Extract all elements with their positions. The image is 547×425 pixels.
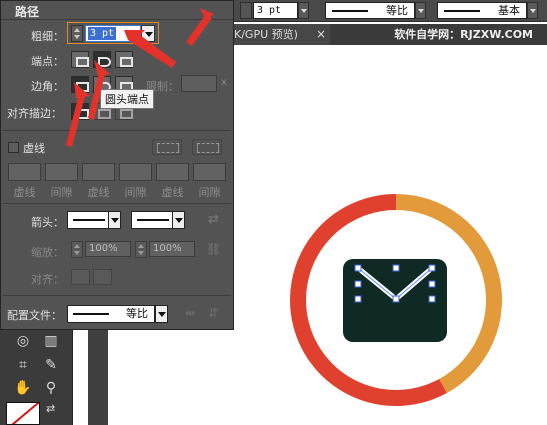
dashed-line-label: 虚线 bbox=[23, 142, 45, 155]
brush-dropdown[interactable] bbox=[527, 2, 538, 19]
profile-label: 配置文件： bbox=[7, 309, 62, 322]
anchor-point bbox=[354, 264, 362, 272]
align-stroke-label: 对齐描边： bbox=[7, 107, 62, 120]
cap-label: 端点： bbox=[31, 55, 64, 68]
panel-title: 路径 bbox=[15, 5, 40, 19]
dash-input-2[interactable] bbox=[82, 163, 115, 181]
dash-label: 虚线 bbox=[161, 186, 184, 199]
arrow-align-extend-button[interactable] bbox=[71, 269, 90, 285]
link-scale-icon[interactable]: ⛓ bbox=[206, 242, 221, 256]
divider bbox=[3, 203, 231, 204]
hand-tool-icon[interactable]: ✋ bbox=[12, 377, 34, 399]
projecting-cap-button[interactable] bbox=[115, 51, 133, 68]
dash-input-1[interactable] bbox=[8, 163, 41, 181]
flip-vertical-icon[interactable]: ⇵ bbox=[208, 306, 218, 320]
zoom-tool-icon[interactable]: ⚲ bbox=[40, 377, 62, 399]
variable-width-profile[interactable]: 等比 bbox=[325, 2, 415, 19]
graph-tool-icon[interactable]: ▥ bbox=[40, 330, 62, 352]
stroke-panel: 路径 粗细： 3 pt 端点： 边角： 限制： x 对齐描边： 圆头端点 虚线 … bbox=[0, 0, 234, 330]
gap-input-3[interactable] bbox=[193, 163, 226, 181]
weight-dropdown[interactable] bbox=[141, 25, 155, 42]
anchor-point bbox=[428, 280, 436, 288]
swap-fill-stroke-icon[interactable]: ⇄ bbox=[46, 402, 62, 416]
start-scale-input[interactable]: 100% bbox=[85, 241, 131, 257]
fill-stroke-indicator[interactable] bbox=[6, 402, 40, 425]
weight-stepper[interactable] bbox=[71, 25, 83, 42]
weight-input[interactable]: 3 pt bbox=[85, 25, 141, 42]
document-tab[interactable]: K/GPU 预览) × bbox=[230, 24, 330, 45]
weight-value: 3 pt bbox=[88, 27, 117, 40]
divider bbox=[3, 130, 231, 131]
round-cap-button[interactable] bbox=[93, 51, 111, 68]
anchor-point bbox=[354, 280, 362, 288]
start-scale-stepper[interactable] bbox=[71, 241, 83, 258]
artboard-tool-icon[interactable]: ⌗ bbox=[12, 354, 34, 376]
gap-label: 间隙 bbox=[50, 186, 73, 199]
arrowhead-label: 箭头： bbox=[31, 216, 64, 229]
miter-join-button[interactable] bbox=[71, 76, 89, 93]
limit-unit: x bbox=[221, 77, 227, 88]
anchor-point bbox=[428, 264, 436, 272]
slice-tool-icon[interactable]: ✎ bbox=[40, 354, 62, 376]
shape-builder-icon[interactable]: ◎ bbox=[12, 330, 34, 352]
gap-label: 间隙 bbox=[198, 186, 221, 199]
arrow-align-place-button[interactable] bbox=[93, 269, 112, 285]
scale-label: 缩放： bbox=[31, 246, 64, 259]
gap-input-2[interactable] bbox=[119, 163, 152, 181]
anchor-point bbox=[428, 295, 436, 303]
flip-horizontal-icon[interactable]: ⇹ bbox=[185, 306, 195, 320]
corner-label: 边角： bbox=[31, 80, 64, 93]
document-tab-label: K/GPU 预览) bbox=[234, 28, 298, 41]
close-icon[interactable]: × bbox=[314, 24, 328, 45]
brush-definition[interactable]: 基本 bbox=[437, 2, 527, 19]
limit-input[interactable] bbox=[181, 75, 217, 92]
dash-align-icon[interactable] bbox=[192, 139, 222, 155]
swap-arrowheads-icon[interactable]: ⇄ bbox=[208, 212, 219, 227]
ring-artwork[interactable] bbox=[286, 190, 506, 410]
start-arrowhead-dropdown[interactable] bbox=[108, 211, 121, 229]
end-arrowhead-dropdown[interactable] bbox=[172, 211, 185, 229]
anchor-point bbox=[392, 295, 400, 303]
profile-select[interactable]: 等比 bbox=[67, 305, 155, 323]
divider bbox=[1, 19, 233, 20]
divider bbox=[3, 295, 231, 296]
dashed-line-checkbox[interactable] bbox=[8, 142, 19, 153]
dash-label: 虚线 bbox=[13, 186, 36, 199]
stroke-weight-stepper[interactable] bbox=[240, 2, 252, 19]
document-tab-bar: K/GPU 预览) × 软件自学网：RJZXW.COM bbox=[230, 24, 547, 45]
profile-select-dropdown[interactable] bbox=[155, 305, 168, 323]
end-scale-stepper[interactable] bbox=[135, 241, 147, 258]
anchor-point bbox=[392, 264, 400, 272]
watermark-text: 软件自学网：RJZXW.COM bbox=[394, 28, 533, 41]
tooltip: 圆头端点 bbox=[100, 89, 154, 109]
gap-input-1[interactable] bbox=[45, 163, 78, 181]
gap-label: 间隙 bbox=[124, 186, 147, 199]
stroke-weight-field[interactable]: 3 pt bbox=[253, 2, 298, 19]
dash-label: 虚线 bbox=[87, 186, 110, 199]
align-center-button[interactable] bbox=[71, 103, 89, 120]
butt-cap-button[interactable] bbox=[71, 51, 89, 68]
dash-preserve-icon[interactable] bbox=[152, 139, 182, 155]
anchor-point bbox=[354, 295, 362, 303]
stroke-weight-dropdown[interactable] bbox=[298, 2, 309, 19]
dash-input-3[interactable] bbox=[156, 163, 189, 181]
arrow-align-label: 对齐： bbox=[31, 273, 64, 286]
profile-dropdown[interactable] bbox=[415, 2, 426, 19]
end-scale-input[interactable]: 100% bbox=[149, 241, 195, 257]
weight-label: 粗细： bbox=[31, 30, 64, 43]
